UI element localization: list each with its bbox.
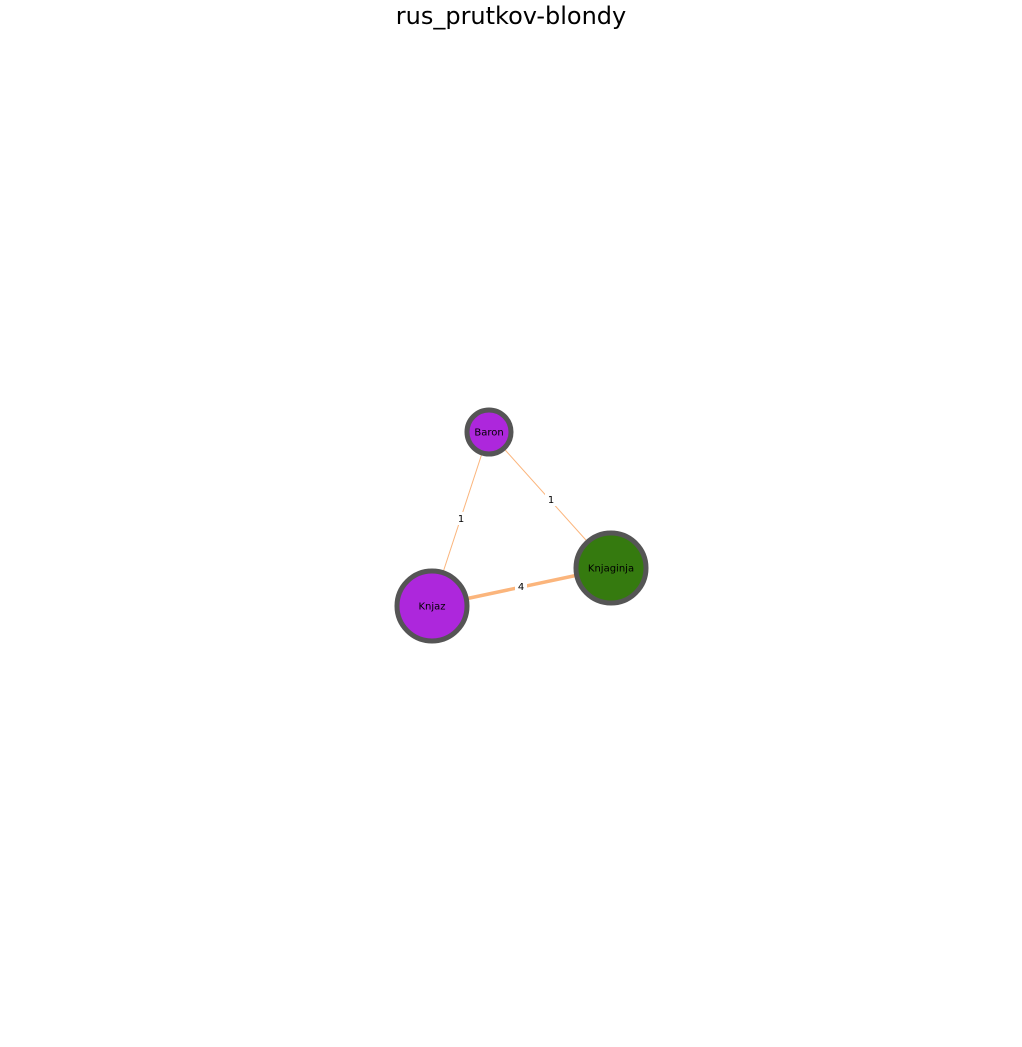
edge-label-knjaz-knjaginja: 4: [518, 582, 524, 593]
network-graph: 1 1 4 Baron Knjaginja Knjaz: [394, 407, 649, 644]
edge-labels-layer: 1 1 4: [455, 493, 557, 593]
edge-label-baron-knjaz: 1: [458, 514, 464, 525]
node-label-knjaginja: Knjaginja: [588, 564, 634, 575]
node-label-baron: Baron: [474, 428, 503, 439]
node-label-knjaz: Knjaz: [418, 602, 445, 613]
edge-label-baron-knjaginja: 1: [548, 495, 554, 506]
